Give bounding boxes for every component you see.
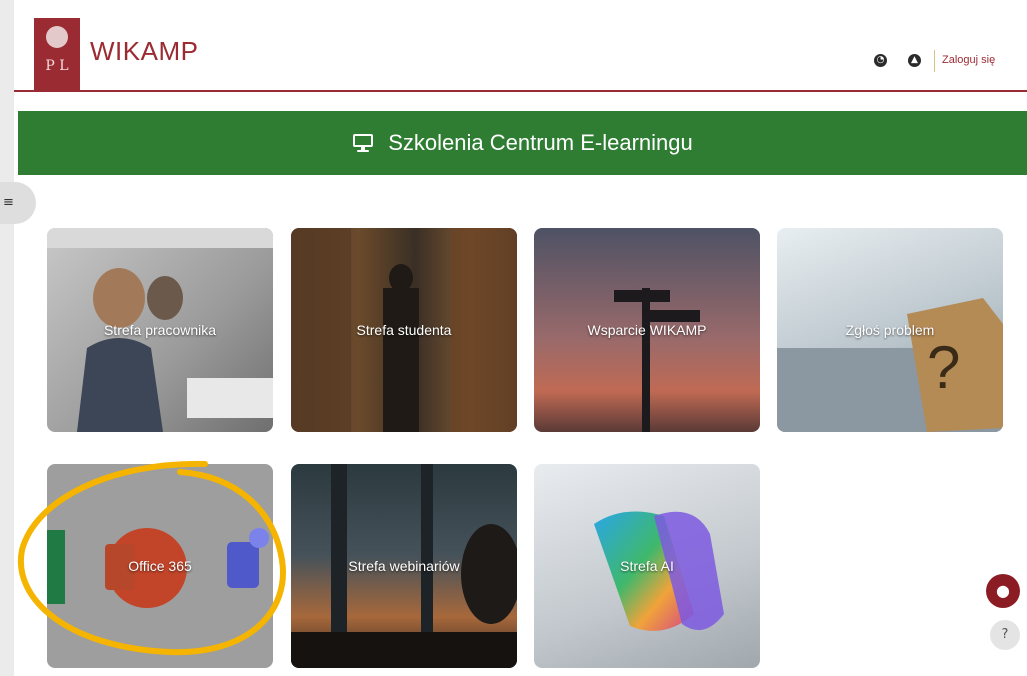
banner-title: Szkolenia Centrum E-learningu — [388, 130, 693, 155]
tile-label: Wsparcie WIKAMP — [587, 322, 707, 338]
site-brand[interactable]: WIKAMP — [90, 36, 198, 67]
tile-strefa-pracownika[interactable]: Strefa pracownika — [47, 228, 273, 432]
tile-label: Strefa webinariów — [348, 558, 460, 574]
tile-label: Zgłoś problem — [845, 322, 935, 338]
university-logo[interactable]: P L — [34, 18, 80, 92]
tile-wsparcie-wikamp[interactable]: Wsparcie WIKAMP — [534, 228, 760, 432]
drawer-toggle-button[interactable]: ≡ — [0, 182, 36, 224]
tile-label: Strefa pracownika — [103, 322, 217, 338]
help-button[interactable]: ● — [986, 574, 1020, 608]
logo-letters: P L — [45, 58, 69, 74]
language-icon[interactable]: ◔ — [874, 54, 887, 67]
tile-strefa-webinariow[interactable]: Strefa webinariów — [291, 464, 517, 668]
login-link[interactable]: Zaloguj się — [942, 54, 995, 66]
training-banner[interactable]: Szkolenia Centrum E-learningu — [18, 111, 1027, 175]
navbar: P L WIKAMP ◔ ▲ Zaloguj się — [14, 8, 1027, 92]
crest-icon — [46, 26, 68, 48]
svg-text:?: ? — [927, 334, 960, 401]
tile-office-365[interactable]: Office 365 — [47, 464, 273, 668]
tile-zglos-problem[interactable]: ? Zgłoś problem — [777, 228, 1003, 432]
accessibility-icon[interactable]: ▲ — [908, 54, 921, 67]
tile-label: Strefa AI — [620, 558, 674, 574]
tile-strefa-ai[interactable]: Strefa AI — [534, 464, 760, 668]
question-mark-button[interactable]: ? — [990, 620, 1020, 650]
page: P L WIKAMP ◔ ▲ Zaloguj się Szkolenia Cen… — [0, 0, 1027, 676]
monitor-icon — [353, 134, 374, 152]
tile-strefa-studenta[interactable]: Strefa studenta — [291, 228, 517, 432]
nav-divider — [934, 50, 935, 72]
tile-label: Strefa studenta — [356, 322, 452, 338]
tile-label: Office 365 — [128, 558, 192, 574]
